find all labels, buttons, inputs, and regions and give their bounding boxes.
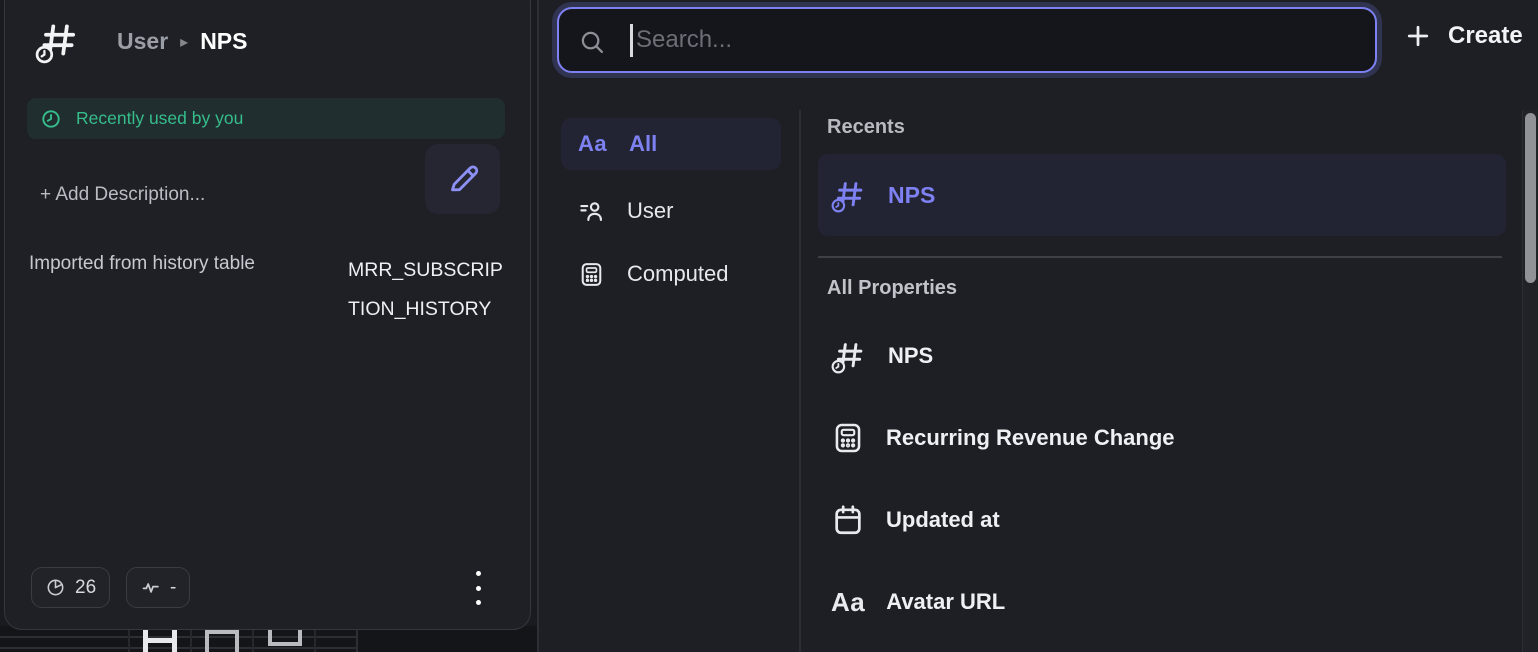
table-line (0, 647, 356, 649)
user-list-icon (578, 198, 605, 225)
kebab-menu-icon[interactable] (470, 571, 486, 605)
calculator-icon (831, 421, 865, 455)
tabs-divider (799, 110, 801, 652)
tab-label: All (629, 131, 657, 157)
count-value: 26 (75, 577, 96, 599)
recents-header: Recents (827, 116, 905, 139)
result-label: Recurring Revenue Change (886, 425, 1175, 451)
result-label: NPS (888, 182, 935, 209)
tab-label: User (627, 198, 673, 224)
calculator-icon (578, 261, 605, 288)
property-row-updated-at[interactable]: Updated at (818, 494, 1506, 546)
hash-clock-icon (831, 338, 867, 374)
breadcrumb-parent[interactable]: User (117, 28, 168, 55)
recently-used-badge: Recently used by you (27, 98, 505, 139)
column-icon (143, 630, 177, 652)
table-line (128, 628, 130, 652)
breadcrumb: User ▸ NPS (117, 28, 247, 55)
text-aa-icon: Aa (831, 587, 865, 618)
scrollbar-thumb[interactable] (1525, 113, 1536, 283)
property-search-modal: Create Aa All User (539, 0, 1538, 652)
text-format-icon: Aa (578, 131, 607, 157)
create-button[interactable]: Create (1403, 21, 1523, 51)
table-line (314, 628, 316, 652)
trend-value: - (170, 577, 176, 599)
property-row-nps[interactable]: NPS (818, 330, 1506, 382)
tab-all[interactable]: Aa All (561, 118, 781, 170)
breadcrumb-current: NPS (200, 28, 247, 55)
activity-icon (140, 577, 161, 598)
breadcrumb-separator-icon: ▸ (180, 30, 188, 52)
table-line (190, 628, 192, 652)
pie-chart-icon (45, 577, 66, 598)
clock-icon (40, 108, 62, 130)
imported-from-label: Imported from history table (29, 253, 255, 275)
tab-label: Computed (627, 261, 729, 287)
property-row-avatar-url[interactable]: Aa Avatar URL (818, 576, 1506, 628)
tab-user[interactable]: User (561, 185, 781, 237)
recently-used-label: Recently used by you (76, 108, 243, 129)
column-icon (205, 630, 239, 652)
result-label: Avatar URL (886, 589, 1005, 615)
property-row-recurring-revenue-change[interactable]: Recurring Revenue Change (818, 412, 1506, 464)
result-label: Updated at (886, 507, 1000, 533)
plus-icon (1403, 21, 1433, 51)
table-line (252, 628, 254, 652)
pencil-icon (445, 161, 481, 197)
edit-description-button[interactable] (425, 144, 500, 214)
count-chip[interactable]: 26 (31, 567, 110, 608)
hash-clock-icon (831, 177, 867, 213)
search-bar (557, 7, 1377, 73)
trend-chip[interactable]: - (126, 567, 190, 608)
app-canvas: User ▸ NPS Recently used by you (0, 0, 1538, 652)
scrollbar-track[interactable] (1522, 110, 1538, 652)
table-line (0, 636, 356, 638)
search-input[interactable] (559, 9, 1375, 71)
card-footer: 26 - (5, 567, 530, 608)
imported-table-value: MRR_SUBSCRIPTION_HISTORY (348, 251, 506, 329)
card-header: User ▸ NPS (35, 18, 247, 64)
tab-computed[interactable]: Computed (561, 248, 781, 300)
create-button-label: Create (1448, 22, 1523, 50)
recent-item-nps[interactable]: NPS (818, 154, 1506, 236)
calendar-icon (831, 503, 865, 537)
result-label: NPS (888, 343, 933, 369)
add-description-button[interactable]: + Add Description... (40, 184, 205, 206)
results-divider (818, 256, 1502, 258)
hash-clock-icon (35, 18, 81, 64)
property-detail-card: User ▸ NPS Recently used by you (4, 0, 531, 630)
all-properties-header: All Properties (827, 277, 957, 300)
